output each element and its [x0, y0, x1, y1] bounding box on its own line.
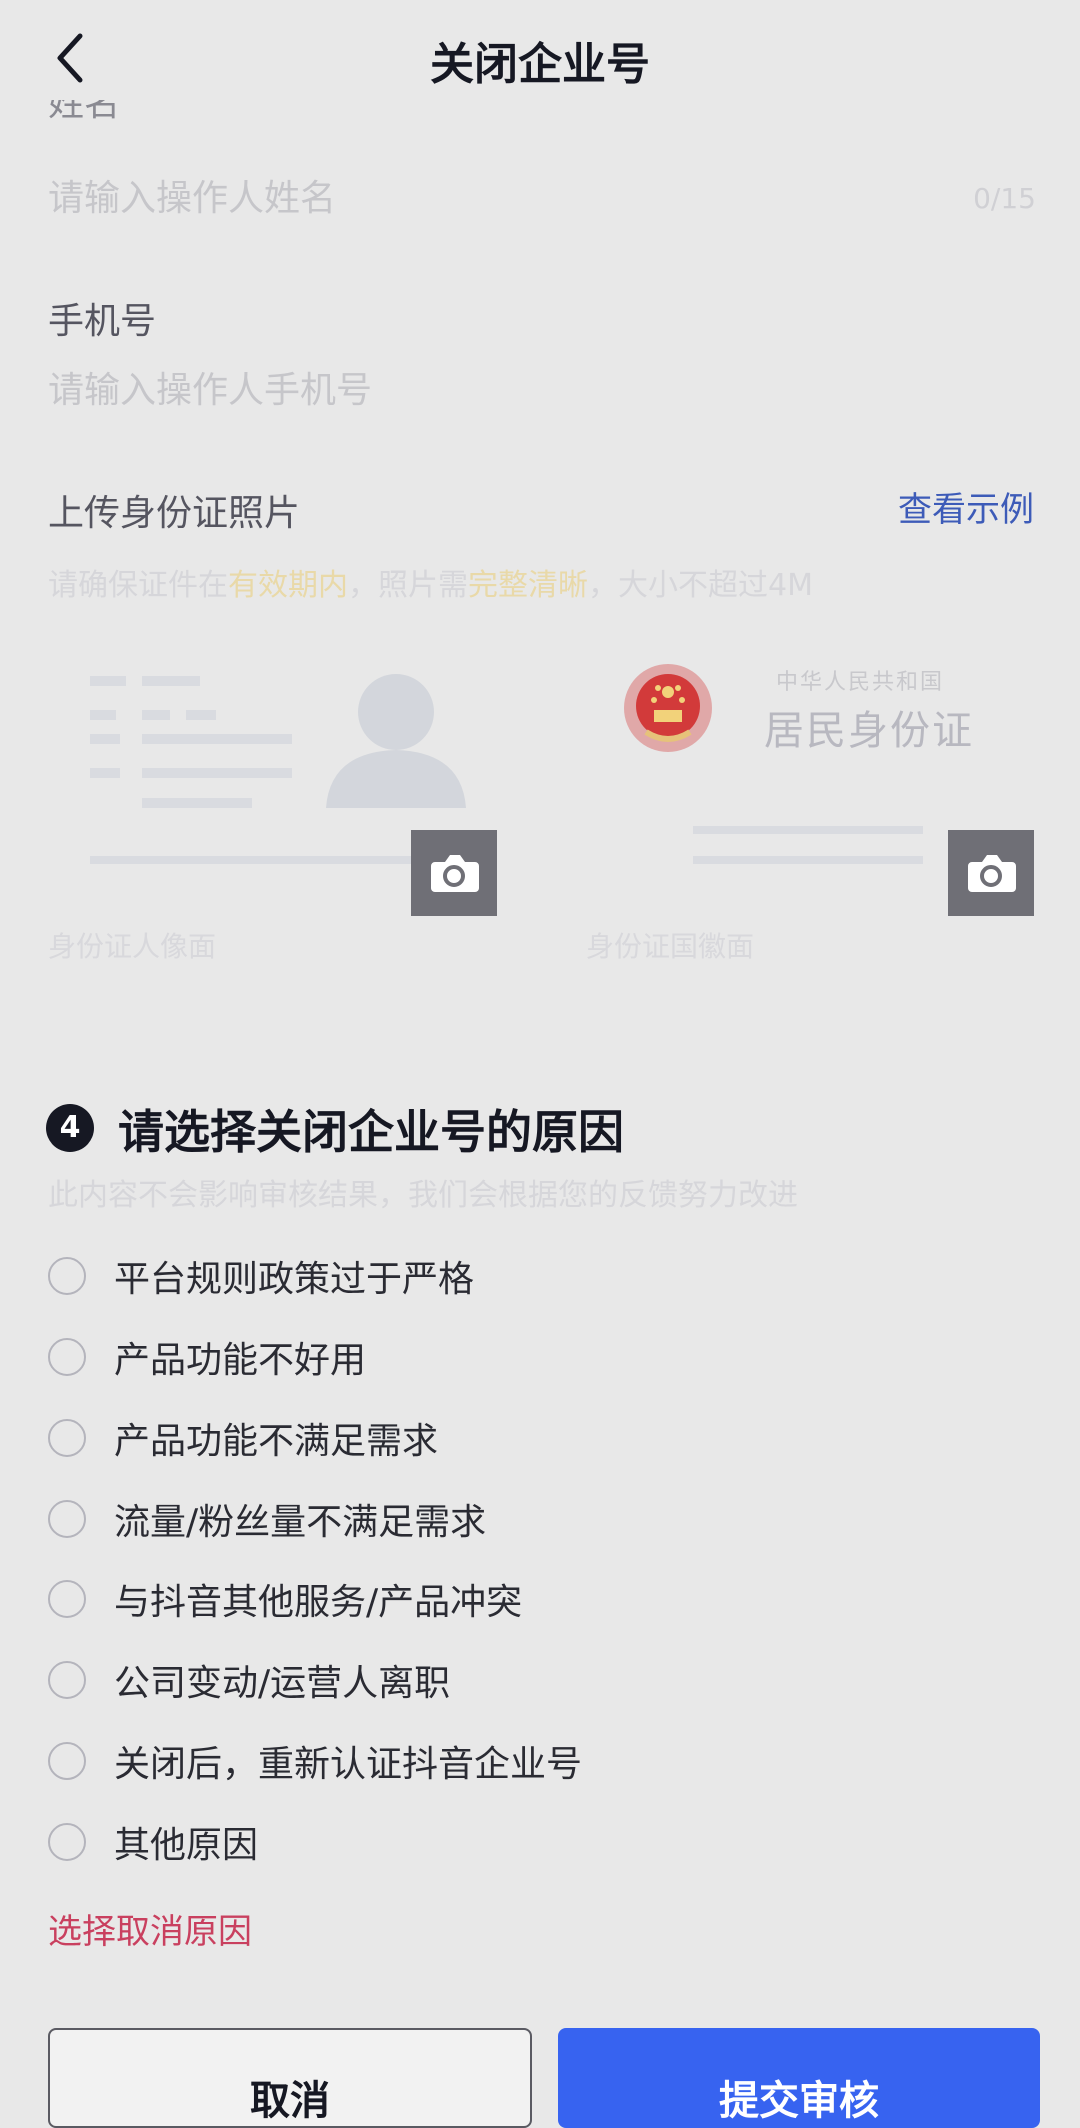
radio-button[interactable]	[48, 1661, 86, 1699]
id-upload-hint: 请确保证件在有效期内，照片需完整清晰，大小不超过4M	[48, 568, 813, 603]
reasons-subtitle: 此内容不会影响审核结果，我们会根据您的反馈努力改进	[48, 1178, 798, 1213]
reason-option[interactable]: 公司变动/运营人离职	[48, 1650, 948, 1710]
reason-option[interactable]: 其他原因	[48, 1812, 948, 1872]
radio-button[interactable]	[48, 1257, 86, 1295]
radio-button[interactable]	[48, 1580, 86, 1618]
name-input[interactable]	[48, 168, 928, 228]
id-front-caption: 身份证人像面	[48, 930, 217, 963]
reason-label: 公司变动/运营人离职	[114, 1663, 451, 1704]
reason-option[interactable]: 平台规则政策过于严格	[48, 1246, 948, 1306]
back-camera-button[interactable]	[948, 830, 1034, 916]
camera-icon	[431, 855, 479, 892]
page-title: 关闭企业号	[430, 39, 650, 90]
name-label: 姓名	[48, 100, 121, 124]
front-camera-button[interactable]	[411, 830, 497, 916]
radio-button[interactable]	[48, 1500, 86, 1538]
top-nav-bar: 关闭企业号	[0, 0, 1080, 115]
id-front-upload[interactable]	[68, 640, 528, 930]
reason-error-text: 选择取消原因	[48, 1912, 252, 1952]
phone-label: 手机号	[48, 301, 157, 342]
reason-label: 产品功能不满足需求	[114, 1421, 439, 1462]
name-char-counter: 0/15	[973, 182, 1036, 215]
reasons-title: 请选择关闭企业号的原因	[118, 1105, 624, 1159]
cancel-button[interactable]: 取消	[48, 2028, 532, 2128]
reason-label: 与抖音其他服务/产品冲突	[114, 1582, 523, 1623]
id-card-title: 居民身份证	[764, 708, 974, 754]
id-upload-label: 上传身份证照片	[48, 493, 301, 534]
national-emblem-icon	[624, 664, 712, 752]
reason-option[interactable]: 流量/粉丝量不满足需求	[48, 1489, 948, 1549]
reason-option[interactable]: 关闭后，重新认证抖音企业号	[48, 1731, 948, 1791]
id-back-caption: 身份证国徽面	[586, 930, 755, 963]
id-country-text: 中华人民共和国	[776, 670, 945, 695]
radio-button[interactable]	[48, 1338, 86, 1376]
view-example-link[interactable]: 查看示例	[898, 482, 1034, 531]
submit-review-button[interactable]: 提交审核	[558, 2028, 1040, 2128]
reason-option[interactable]: 与抖音其他服务/产品冲突	[48, 1569, 948, 1629]
reason-label: 产品功能不好用	[114, 1340, 367, 1381]
reason-option[interactable]: 产品功能不好用	[48, 1327, 948, 1387]
radio-button[interactable]	[48, 1742, 86, 1780]
reason-label: 平台规则政策过于严格	[114, 1259, 475, 1300]
reason-label: 流量/粉丝量不满足需求	[114, 1502, 487, 1543]
phone-input[interactable]	[48, 360, 1038, 420]
reason-option[interactable]: 产品功能不满足需求	[48, 1408, 948, 1468]
radio-button[interactable]	[48, 1419, 86, 1457]
step-number-badge: 4	[46, 1104, 94, 1152]
reason-label: 其他原因	[114, 1825, 259, 1866]
radio-button[interactable]	[48, 1823, 86, 1861]
reason-label: 关闭后，重新认证抖音企业号	[114, 1744, 583, 1785]
camera-icon	[968, 855, 1016, 892]
